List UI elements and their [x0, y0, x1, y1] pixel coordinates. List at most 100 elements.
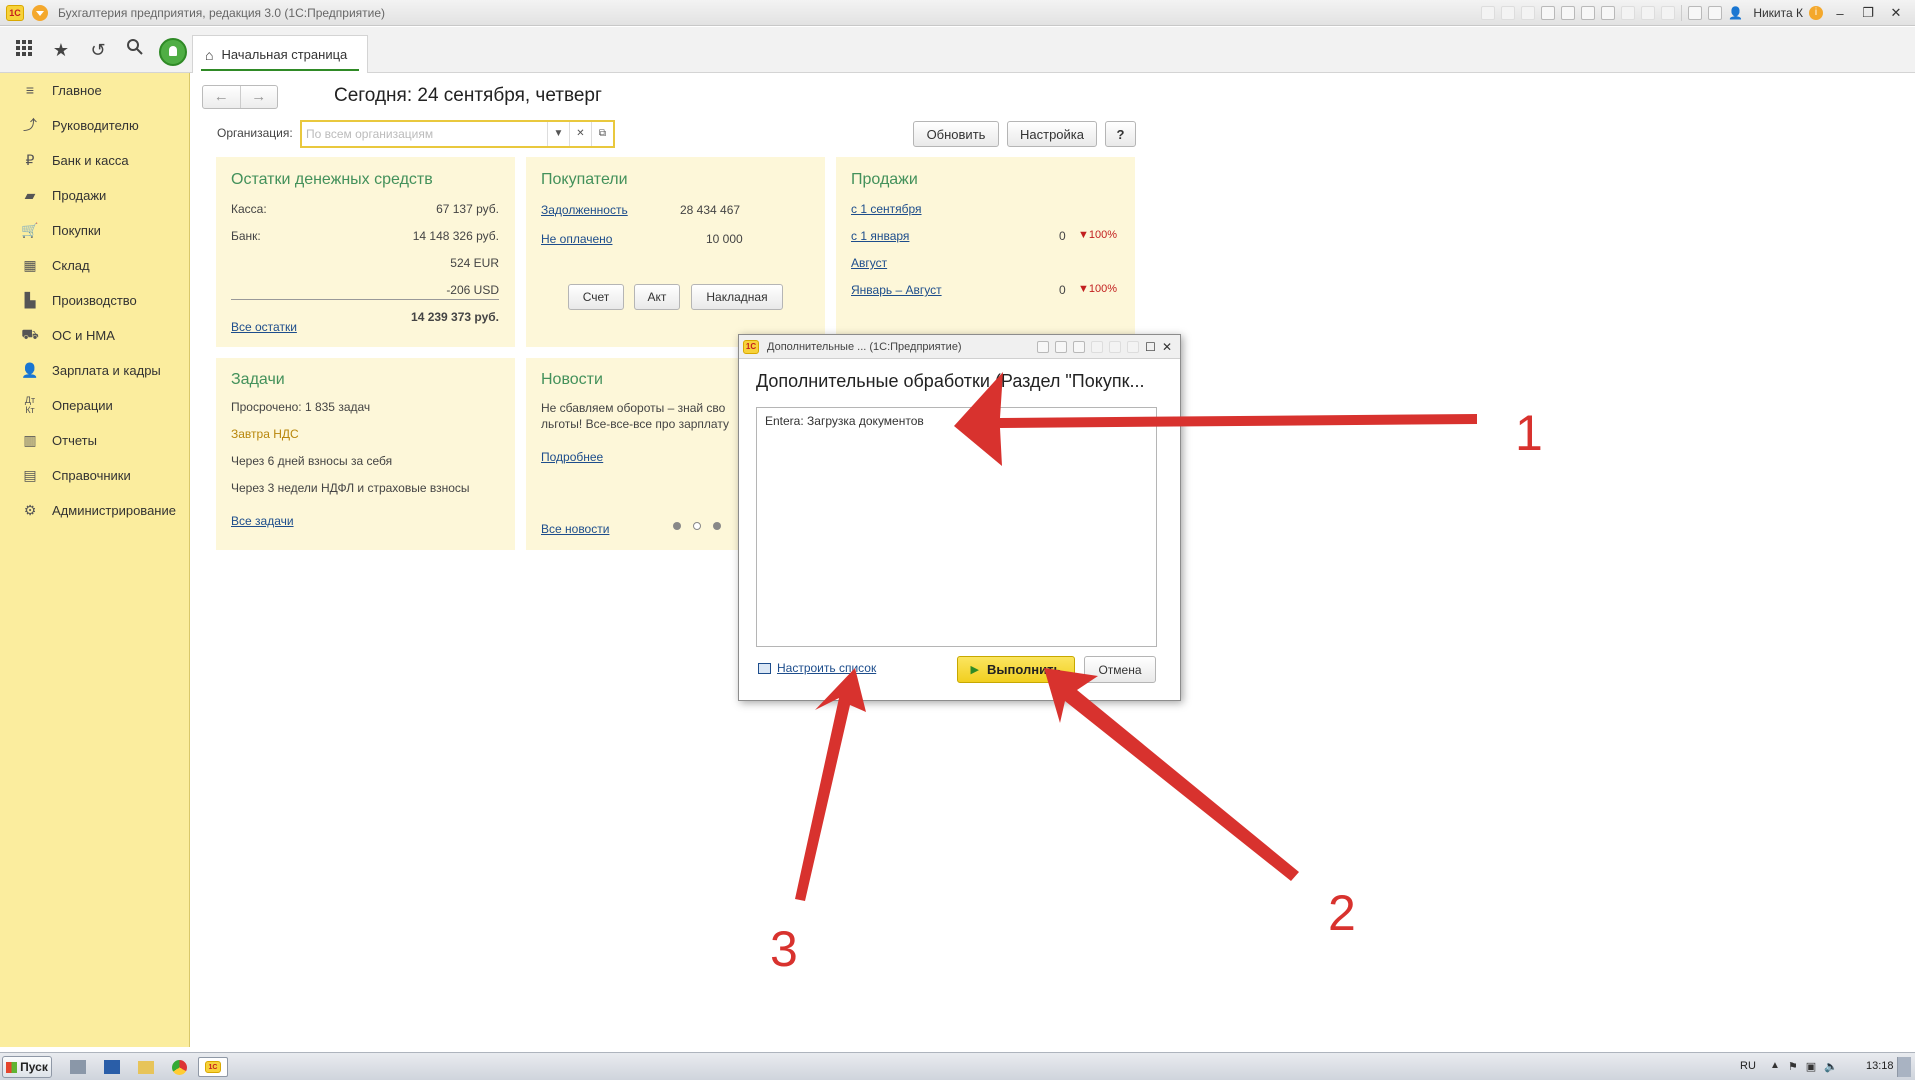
- sidebar-item-warehouse[interactable]: ▦ Склад: [0, 250, 190, 280]
- sidebar-item-bank[interactable]: ₽ Банк и касса: [0, 145, 190, 175]
- buyers-title[interactable]: Покупатели: [541, 171, 628, 189]
- sidebar-item-production[interactable]: ▙ Производство: [0, 285, 190, 315]
- dialog-window-title: Дополнительные ... (1С:Предприятие): [767, 340, 962, 353]
- print-icon[interactable]: [1037, 340, 1050, 353]
- close-icon[interactable]: ✕: [1885, 5, 1907, 21]
- chrome-app-icon[interactable]: [169, 1057, 191, 1077]
- clear-icon[interactable]: ✕: [569, 122, 591, 146]
- news-page-dot[interactable]: [693, 522, 701, 530]
- save-icon[interactable]: [1481, 6, 1496, 20]
- help-button[interactable]: ?: [1105, 121, 1136, 147]
- news-page-dot[interactable]: [713, 522, 721, 530]
- refresh-button[interactable]: Обновить: [913, 121, 999, 147]
- dropdown-arrow-icon[interactable]: ▼: [547, 122, 569, 146]
- sales-title[interactable]: Продажи: [851, 171, 918, 189]
- sidebar-item-salary[interactable]: 👤 Зарплата и кадры: [0, 355, 190, 385]
- memory-minus-icon[interactable]: [1127, 340, 1140, 353]
- zoom-icon[interactable]: [1688, 6, 1703, 20]
- all-news-link[interactable]: Все новости: [541, 522, 609, 536]
- language-indicator[interactable]: RU: [1740, 1060, 1756, 1072]
- memory-icon[interactable]: [1621, 6, 1636, 20]
- info-icon[interactable]: i: [1809, 6, 1823, 20]
- unpaid-link[interactable]: Не оплачено: [541, 232, 612, 246]
- settings-button[interactable]: Настройка: [1007, 121, 1097, 147]
- sidebar-item-main[interactable]: ≡ Главное: [0, 75, 190, 105]
- memory-plus-icon[interactable]: [1641, 6, 1656, 20]
- sidebar-item-admin[interactable]: ⚙ Администрирование: [0, 495, 190, 525]
- sales-row-label[interactable]: Январь – Август: [851, 283, 942, 297]
- volume-icon[interactable]: 🔈: [1824, 1060, 1838, 1073]
- open-form-icon[interactable]: ⧉: [591, 122, 613, 146]
- network-icon[interactable]: ▣: [1806, 1060, 1816, 1073]
- debt-link[interactable]: Задолженность: [541, 203, 628, 217]
- restore-icon[interactable]: ❐: [1857, 5, 1879, 21]
- back-arrow-icon[interactable]: ←: [203, 86, 241, 108]
- powershell-app-icon[interactable]: [101, 1057, 123, 1077]
- print-icon[interactable]: [1501, 6, 1516, 20]
- history-icon[interactable]: ↺: [86, 38, 110, 62]
- sidebar-item-purchases[interactable]: 🛒 Покупки: [0, 215, 190, 245]
- calendar-icon[interactable]: [1601, 6, 1616, 20]
- all-tasks-link[interactable]: Все задачи: [231, 514, 294, 528]
- tasks-tomorrow[interactable]: Завтра НДС: [231, 427, 299, 441]
- sales-row-label[interactable]: с 1 января: [851, 229, 909, 243]
- waybill-button[interactable]: Накладная: [691, 284, 783, 310]
- user-name[interactable]: Никита К: [1753, 6, 1803, 20]
- show-hidden-icons-icon[interactable]: ▲: [1770, 1060, 1780, 1073]
- cash-title[interactable]: Остатки денежных средств: [231, 171, 433, 189]
- calendar-icon[interactable]: [1073, 340, 1086, 353]
- run-button[interactable]: ▶ Выполнить: [957, 656, 1075, 683]
- sidebar-item-assets[interactable]: ⛟ ОС и НМА: [0, 320, 190, 350]
- tab-home[interactable]: ⌂ Начальная страница: [192, 35, 368, 73]
- tasks-in-3-weeks[interactable]: Через 3 недели НДФЛ и страховые взносы: [231, 481, 470, 495]
- clock[interactable]: 13:18: [1866, 1060, 1894, 1072]
- tasks-overdue[interactable]: Просрочено: 1 835 задач: [231, 400, 370, 414]
- sidebar-item-reports[interactable]: ▥ Отчеты: [0, 425, 190, 455]
- history-navigation: ← →: [202, 85, 278, 109]
- memory-minus-icon[interactable]: [1661, 6, 1676, 20]
- start-button[interactable]: Пуск: [2, 1056, 52, 1078]
- memory-plus-icon[interactable]: [1109, 340, 1122, 353]
- network-app-icon[interactable]: [67, 1057, 89, 1077]
- close-icon[interactable]: ✕: [1162, 340, 1172, 354]
- search-icon[interactable]: [123, 38, 147, 62]
- list-item[interactable]: Entera: Загрузка документов: [765, 414, 924, 428]
- act-button[interactable]: Акт: [634, 284, 680, 310]
- favorites-star-icon[interactable]: ★: [49, 38, 73, 62]
- sidebar-item-catalogs[interactable]: ▤ Справочники: [0, 460, 190, 490]
- apps-grid-icon[interactable]: [12, 38, 36, 62]
- calculator-icon[interactable]: [1581, 6, 1596, 20]
- show-desktop-button[interactable]: [1897, 1057, 1911, 1077]
- notifications-bell-icon[interactable]: [159, 38, 187, 66]
- minimize-icon[interactable]: –: [1829, 6, 1851, 21]
- panels-icon[interactable]: [1708, 6, 1723, 20]
- configure-list-link[interactable]: Настроить список: [758, 661, 876, 675]
- invoice-button[interactable]: Счет: [568, 284, 624, 310]
- news-title[interactable]: Новости: [541, 371, 603, 389]
- tasks-title[interactable]: Задачи: [231, 371, 285, 389]
- cancel-button[interactable]: Отмена: [1084, 656, 1156, 683]
- main-menu-icon[interactable]: [32, 4, 48, 21]
- sales-row-label[interactable]: Август: [851, 256, 887, 270]
- organization-input[interactable]: [302, 123, 547, 145]
- forward-arrow-icon[interactable]: →: [241, 86, 278, 108]
- mail-icon[interactable]: [1561, 6, 1576, 20]
- all-balances-link[interactable]: Все остатки: [231, 320, 297, 334]
- ruble-icon: ₽: [25, 151, 35, 168]
- calculator-icon[interactable]: [1055, 340, 1068, 353]
- maximize-icon[interactable]: ☐: [1145, 340, 1156, 354]
- processing-list[interactable]: Entera: Загрузка документов: [756, 407, 1157, 647]
- sidebar-item-director[interactable]: ⤴ Руководителю: [0, 110, 190, 140]
- memory-icon[interactable]: [1091, 340, 1104, 353]
- folder-app-icon[interactable]: [135, 1057, 157, 1077]
- news-more-link[interactable]: Подробнее: [541, 450, 603, 464]
- news-page-dot[interactable]: [673, 522, 681, 530]
- flag-icon[interactable]: ⚑: [1788, 1060, 1798, 1073]
- sales-row-label[interactable]: с 1 сентября: [851, 202, 922, 216]
- preview-icon[interactable]: [1521, 6, 1536, 20]
- link-icon[interactable]: [1541, 6, 1556, 20]
- 1c-app-icon[interactable]: 1С: [198, 1057, 228, 1077]
- sidebar-item-sales[interactable]: ▰ Продажи: [0, 180, 190, 210]
- sidebar-item-operations[interactable]: Дт Кт Операции: [0, 390, 190, 420]
- tasks-in-6-days[interactable]: Через 6 дней взносы за себя: [231, 454, 392, 468]
